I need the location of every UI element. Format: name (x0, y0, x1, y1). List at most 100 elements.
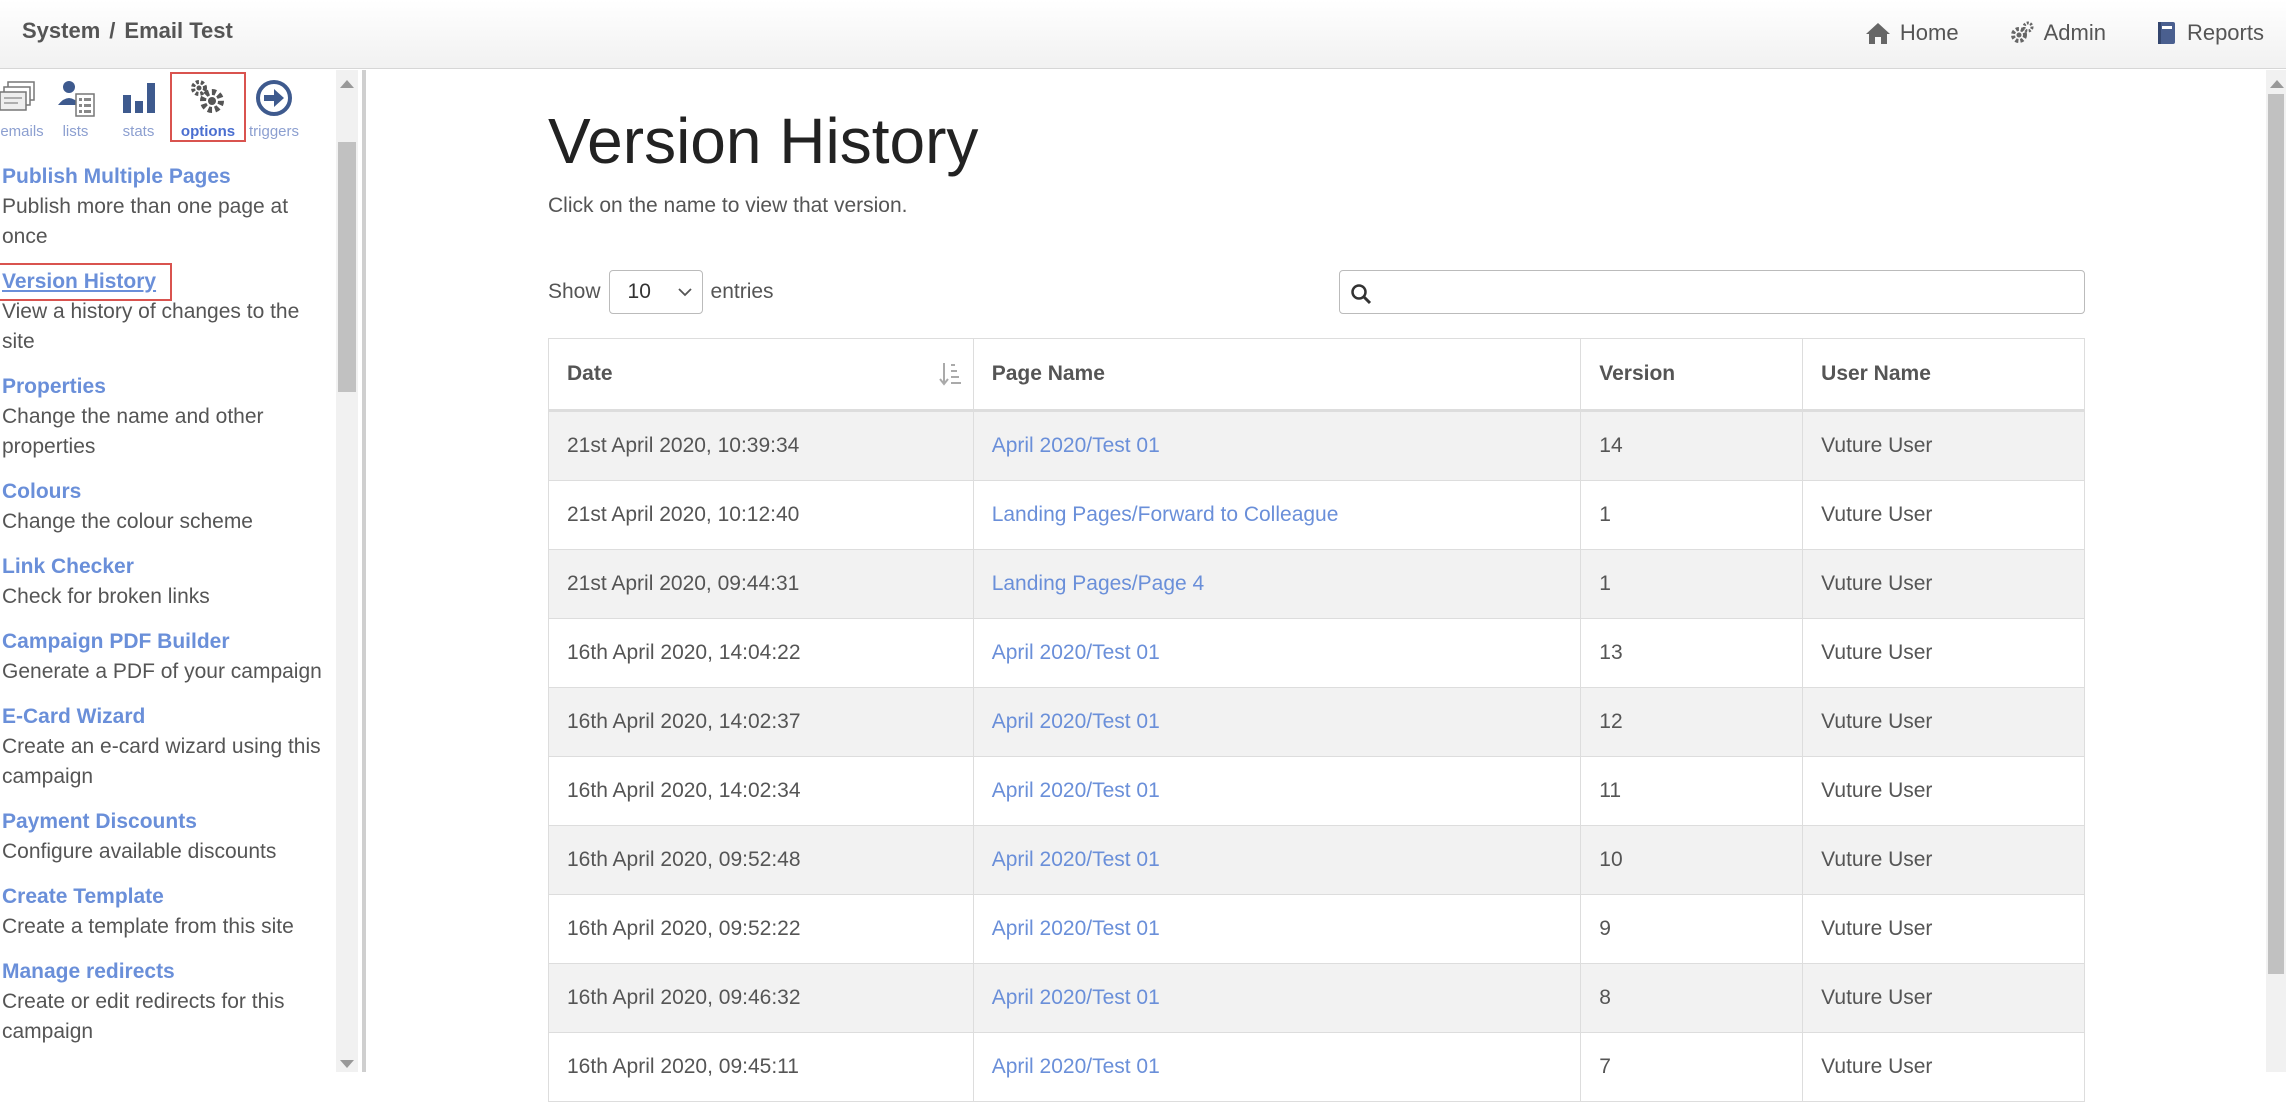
gears-icon (2010, 21, 2034, 43)
breadcrumb-page: Email Test (124, 18, 233, 43)
cell-version: 8 (1580, 963, 1804, 1033)
cell-user: Vuture User (1802, 549, 2085, 619)
cell-user: Vuture User (1802, 687, 2085, 757)
sidebar-item-desc: Change the colour scheme (2, 510, 253, 533)
breadcrumb: System / Email Test (22, 18, 233, 44)
sidebar-item-title[interactable]: Properties (2, 372, 330, 402)
sidebar-item-payment-discounts[interactable]: Payment Discounts Configure available di… (0, 807, 330, 867)
sidebar-item-desc: Generate a PDF of your campaign (2, 660, 322, 683)
entries-select-value: 10 (627, 280, 651, 303)
chevron-down-icon (677, 288, 692, 297)
table-row: 16th April 2020, 09:52:48 April 2020/Tes… (548, 825, 2085, 895)
cell-page-link[interactable]: Landing Pages/Forward to Colleague (972, 480, 1582, 550)
tab-stats[interactable]: stats (107, 72, 170, 142)
column-header-label: Version (1599, 362, 1676, 385)
sidebar-item-colours[interactable]: Colours Change the colour scheme (0, 477, 330, 537)
column-header-date[interactable]: Date (548, 338, 974, 412)
cell-version: 9 (1580, 894, 1804, 964)
cell-version: 10 (1580, 825, 1804, 895)
main-scroll-thumb[interactable] (2268, 94, 2284, 974)
cell-date: 16th April 2020, 14:04:22 (548, 618, 974, 688)
cell-page-link[interactable]: April 2020/Test 01 (972, 756, 1582, 826)
emails-icon (0, 81, 35, 111)
table-row: 21st April 2020, 09:44:31 Landing Pages/… (548, 549, 2085, 619)
cell-date: 21st April 2020, 10:39:34 (548, 410, 974, 481)
sidebar-item-desc: Create a template from this site (2, 915, 294, 938)
table-row: 16th April 2020, 09:46:32 April 2020/Tes… (548, 963, 2085, 1033)
cell-page-link[interactable]: April 2020/Test 01 (972, 1032, 1582, 1102)
breadcrumb-section[interactable]: System (22, 18, 100, 43)
cell-page-link[interactable]: April 2020/Test 01 (972, 894, 1582, 964)
tab-options[interactable]: options (170, 72, 246, 142)
table-row: 21st April 2020, 10:39:34 April 2020/Tes… (548, 410, 2085, 481)
scroll-up-icon[interactable] (340, 80, 354, 88)
sidebar-item-link-checker[interactable]: Link Checker Check for broken links (0, 552, 330, 612)
search-icon (1351, 284, 1372, 305)
sidebar-item-create-template[interactable]: Create Template Create a template from t… (0, 882, 330, 942)
sidebar-scroll-thumb[interactable] (338, 142, 356, 392)
sidebar-item-campaign-pdf-builder[interactable]: Campaign PDF Builder Generate a PDF of y… (0, 627, 330, 687)
column-header-label: Date (567, 362, 613, 385)
column-header-page-name[interactable]: Page Name (972, 338, 1582, 412)
cell-user: Vuture User (1802, 963, 2085, 1033)
sidebar-item-title[interactable]: Link Checker (2, 552, 330, 582)
sidebar-item-title[interactable]: Publish Multiple Pages (2, 162, 330, 192)
entries-select[interactable]: 10 (608, 270, 703, 314)
arrow-circle-icon (256, 80, 292, 116)
cell-page-link[interactable]: Landing Pages/Page 4 (972, 549, 1582, 619)
sidebar-item-title[interactable]: Create Template (2, 882, 330, 912)
nav-reports[interactable]: Reports (2156, 20, 2264, 46)
cell-version: 13 (1580, 618, 1804, 688)
panel-divider (362, 70, 366, 1072)
sidebar-item-title[interactable]: Manage redirects (2, 957, 330, 987)
tab-emails[interactable]: emails (0, 72, 44, 142)
cell-page-link[interactable]: April 2020/Test 01 (972, 963, 1582, 1033)
tab-lists[interactable]: lists (44, 72, 107, 142)
search-input[interactable] (1339, 270, 2085, 314)
column-header-label: Page Name (991, 362, 1105, 385)
sidebar-item-title[interactable]: Payment Discounts (2, 807, 330, 837)
nav-admin[interactable]: Admin (2009, 20, 2106, 46)
version-table-wrapper: Date Page Name Version User Name 21st Ap… (548, 338, 2085, 1102)
cell-date: 21st April 2020, 09:44:31 (548, 549, 974, 619)
top-nav: Home Admin Reports (1865, 20, 2286, 46)
column-header-label: User Name (1821, 362, 1931, 385)
cell-page-link[interactable]: April 2020/Test 01 (972, 410, 1582, 481)
show-label: Show (548, 280, 601, 303)
sidebar-item-ecard-wizard[interactable]: E-Card Wizard Create an e-card wizard us… (0, 702, 330, 792)
scroll-down-icon[interactable] (340, 1060, 354, 1068)
main-scrollbar[interactable] (2266, 70, 2286, 1072)
column-header-version[interactable]: Version (1580, 338, 1804, 412)
sidebar-item-desc: Create an e-card wizard using this campa… (2, 735, 321, 788)
cell-user: Vuture User (1802, 825, 2085, 895)
sidebar-item-title[interactable]: Version History (0, 263, 173, 301)
tab-triggers-label: triggers (248, 123, 300, 140)
tab-triggers[interactable]: triggers (246, 72, 302, 142)
column-header-user-name[interactable]: User Name (1802, 338, 2085, 412)
sidebar-item-publish-multiple-pages[interactable]: Publish Multiple Pages Publish more than… (0, 162, 330, 252)
sidebar-item-desc: Create or edit redirects for this campai… (2, 990, 285, 1043)
cell-page-link[interactable]: April 2020/Test 01 (972, 618, 1582, 688)
sidebar-item-properties[interactable]: Properties Change the name and other pro… (0, 372, 330, 462)
sidebar-item-manage-redirects[interactable]: Manage redirects Create or edit redirect… (0, 957, 330, 1047)
table-row: 16th April 2020, 09:45:11 April 2020/Tes… (548, 1032, 2085, 1102)
sidebar-item-title[interactable]: Campaign PDF Builder (2, 627, 330, 657)
nav-home[interactable]: Home (1865, 20, 1959, 46)
cell-date: 21st April 2020, 10:12:40 (548, 480, 974, 550)
entries-length-control: Show 10 entries (548, 270, 774, 314)
home-icon (1865, 23, 1890, 44)
sidebar-item-title[interactable]: E-Card Wizard (2, 702, 330, 732)
cell-user: Vuture User (1802, 894, 2085, 964)
cell-page-link[interactable]: April 2020/Test 01 (972, 687, 1582, 757)
sidebar-item-version-history[interactable]: Version History View a history of change… (0, 263, 330, 357)
book-icon (2157, 22, 2175, 44)
table-row: 16th April 2020, 14:02:37 April 2020/Tes… (548, 687, 2085, 757)
page-subtitle: Click on the name to view that version. (548, 194, 908, 217)
cell-date: 16th April 2020, 09:52:22 (548, 894, 974, 964)
sidebar-item-title[interactable]: Colours (2, 477, 330, 507)
cell-page-link[interactable]: April 2020/Test 01 (972, 825, 1582, 895)
nav-reports-label: Reports (2186, 20, 2264, 45)
tab-stats-label: stats (122, 123, 155, 140)
scroll-up-icon[interactable] (2270, 80, 2284, 88)
sidebar-scrollbar[interactable] (336, 70, 358, 1072)
